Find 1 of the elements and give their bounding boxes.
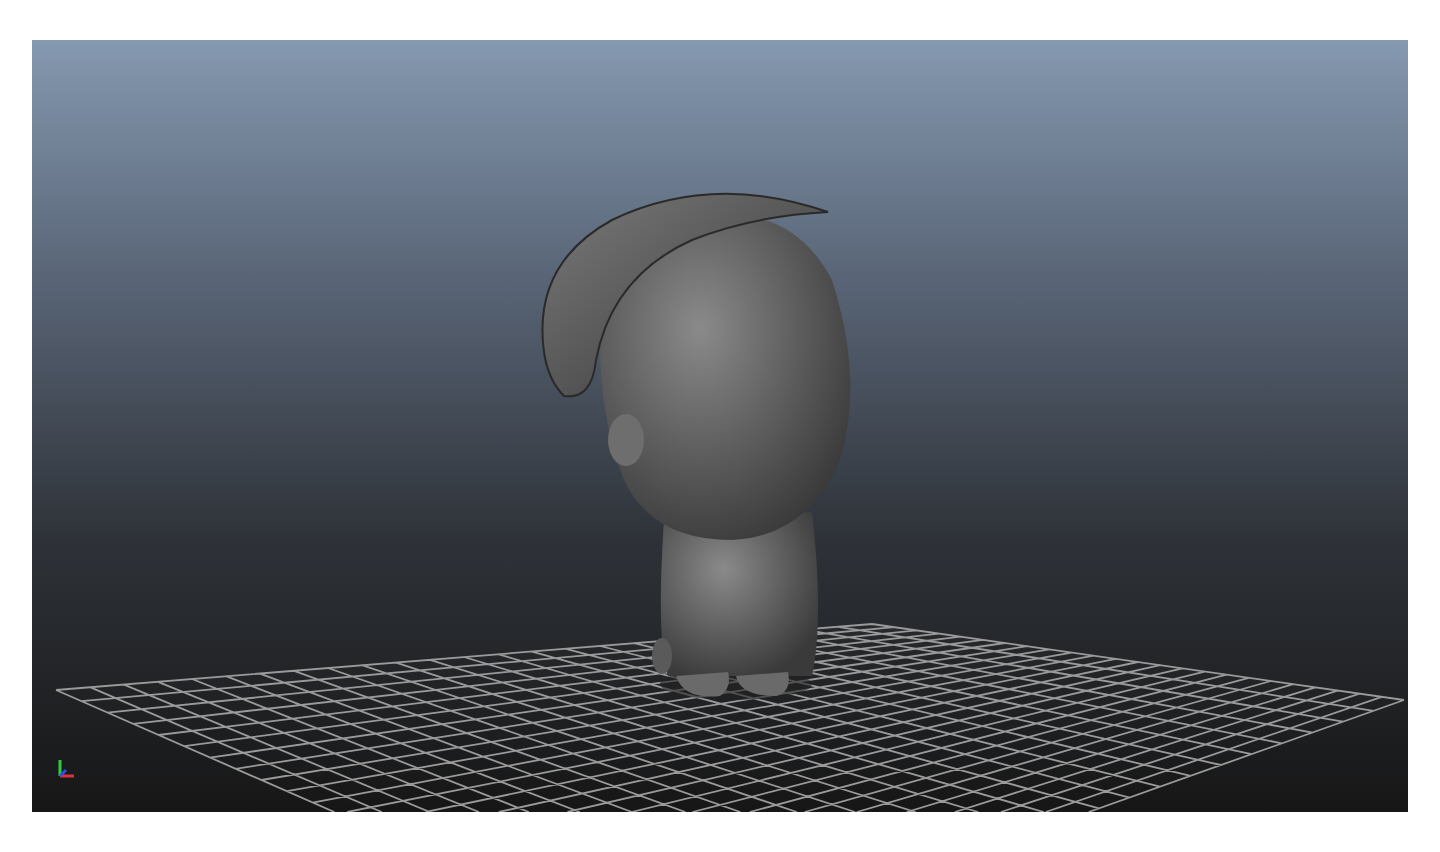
3d-viewport[interactable]: [32, 40, 1408, 812]
